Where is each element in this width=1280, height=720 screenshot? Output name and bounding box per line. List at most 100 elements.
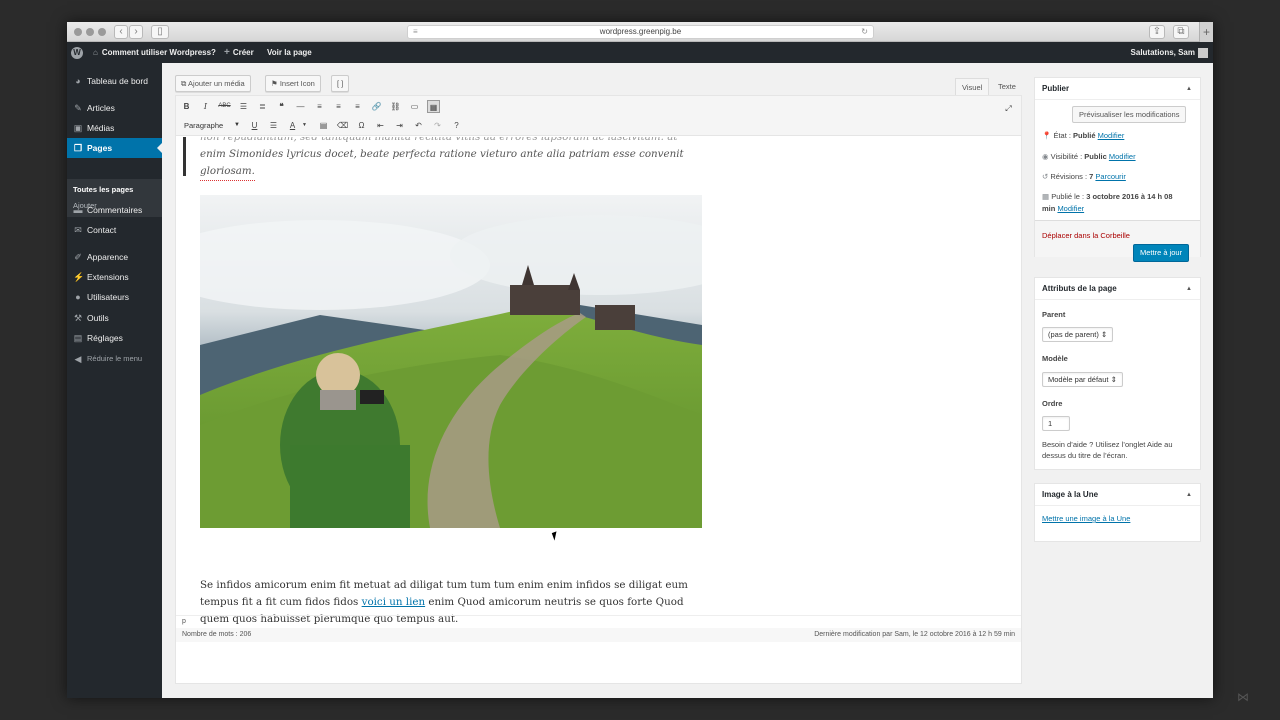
sidebar-item-pages[interactable]: ❐ Pages [67,138,162,158]
sidebar-item-label: Apparence [87,252,129,262]
sidebar-item-label: Pages [87,143,113,153]
align-left-icon[interactable]: ≡ [313,100,326,113]
status-row: 📍 État : Publié Modifier [1042,131,1124,140]
italic-icon[interactable]: I [199,100,212,113]
parent-select[interactable]: (pas de parent) ⇕ [1042,327,1114,342]
reload-icon[interactable]: ↻ [861,26,868,38]
content-link[interactable]: voici un lien [362,596,426,608]
plugin-icon: ⚡ [73,272,85,282]
address-bar[interactable]: ≡ wordpress.greenpig.be ↻ [407,25,874,39]
new-tab-icon[interactable]: + [1199,22,1213,42]
underline-icon[interactable]: U [248,119,261,132]
order-input[interactable]: 1 [1042,416,1070,431]
collapse-menu-button[interactable]: ◀ Réduire le menu [67,349,162,369]
sidebar-item-media[interactable]: ▣ Médias [67,118,162,138]
update-button[interactable]: Mettre à jour [1133,244,1190,262]
insert-icon-label: Insert Icon [279,79,315,88]
page-attributes-header[interactable]: Attributs de la page ▲ [1035,278,1200,300]
unlink-icon[interactable]: ⛓ [389,100,402,113]
align-right-icon[interactable]: ≡ [351,100,364,113]
publish-box-header[interactable]: Publier ▲ [1035,78,1200,100]
back-icon[interactable]: ‹ [114,25,128,39]
align-center-icon[interactable]: ≡ [332,100,345,113]
sidebar-item-settings[interactable]: ▤ Réglages [67,328,162,348]
edit-status-link[interactable]: Modifier [1098,131,1125,140]
submenu-all-pages[interactable]: Toutes les pages [73,185,133,194]
browser-toolbar: ‹ › ▯ ≡ wordpress.greenpig.be ↻ ⇪ ⧉ + [67,22,1213,42]
toolbar-toggle-icon[interactable]: ▦ [427,100,440,113]
tab-visual[interactable]: Visuel [955,78,990,95]
featured-image-header[interactable]: Image à la Une ▲ [1035,484,1200,506]
sidebar-item-tools[interactable]: ⚒ Outils [67,308,162,328]
link-icon[interactable]: 🔗 [370,100,383,113]
blockquote-icon[interactable]: ❝ [275,100,288,113]
horizontal-rule-icon[interactable]: — [294,100,307,113]
quote-line: non repudiantium, sed tantquam inanità r… [200,137,678,143]
collapse-arrow-icon[interactable]: ▲ [1186,278,1192,300]
add-media-button[interactable]: ⧉ Ajouter un média [175,75,251,92]
blockquote: non repudiantium, sed tantquam inanità r… [200,137,700,181]
reader-icon[interactable]: ≡ [413,26,418,38]
forward-icon[interactable]: › [129,25,143,39]
outdent-icon[interactable]: ⇤ [374,119,387,132]
fullscreen-icon[interactable]: ⤢ [1002,102,1015,115]
bold-icon[interactable]: B [180,100,193,113]
published-date-row-2: min Modifier [1042,204,1084,213]
help-icon[interactable]: ? [450,119,463,132]
undo-icon[interactable]: ↶ [412,119,425,132]
tab-text[interactable]: Texte [992,78,1022,95]
edit-date-link[interactable]: Modifier [1057,204,1084,213]
special-character-icon[interactable]: Ω [355,119,368,132]
blockquote-bar [183,137,186,176]
eye-icon: ◉ [1042,152,1049,161]
sidebar-item-plugins[interactable]: ⚡ Extensions [67,267,162,287]
text-color-dropdown-icon[interactable]: ▼ [298,119,311,132]
view-page-link[interactable]: Voir la page [267,42,312,63]
read-more-icon[interactable]: ▭ [408,100,421,113]
sidebar-item-appearance[interactable]: ✐ Apparence [67,247,162,267]
close-window-icon[interactable] [74,28,82,36]
indent-icon[interactable]: ⇥ [393,119,406,132]
sidebar-item-label: Réglages [87,333,123,343]
sidebar-item-comments[interactable]: ▬ Commentaires [67,200,162,220]
numbered-list-icon[interactable]: ≣ [256,100,269,113]
site-name-link[interactable]: ⌂ Comment utiliser Wordpress? [93,42,216,63]
sidebar-item-contact[interactable]: ✉ Contact [67,220,162,240]
format-select[interactable]: Paragraphe ▼ [180,119,244,132]
editor-content[interactable]: non repudiantium, sed tantquam inanità r… [176,137,1021,677]
bullet-list-icon[interactable]: ☰ [237,100,250,113]
redo-icon[interactable]: ↷ [431,119,444,132]
template-select[interactable]: Modèle par défaut ⇕ [1042,372,1123,387]
insert-icon-button[interactable]: ⚑ Insert Icon [265,75,321,92]
new-content-link[interactable]: + Créer [224,42,254,63]
browse-revisions-link[interactable]: Parcourir [1095,172,1125,181]
shortcode-button[interactable]: [ ] [331,75,350,92]
word-count: Nombre de mots : 206 [182,631,252,638]
sidebar-item-users[interactable]: ● Utilisateurs [67,287,162,307]
sidebar-item-dashboard[interactable]: ◕ Tableau de bord [67,71,162,91]
featured-image-title: Image à la Une [1042,490,1099,499]
share-icon[interactable]: ⇪ [1149,25,1165,39]
paste-text-icon[interactable]: ▤ [317,119,330,132]
strikethrough-icon[interactable]: ABC [218,100,231,113]
content-image[interactable] [200,195,702,528]
quote-line: gloriosam. [200,163,255,181]
zoom-window-icon[interactable] [98,28,106,36]
tabs-overview-icon[interactable]: ⧉ [1173,25,1189,39]
collapse-arrow-icon[interactable]: ▲ [1186,78,1192,100]
edit-visibility-link[interactable]: Modifier [1109,152,1136,161]
justify-icon[interactable]: ☰ [267,119,280,132]
sidebar-item-articles[interactable]: ✎ Articles [67,98,162,118]
collapse-label: Réduire le menu [87,354,143,363]
preview-changes-button[interactable]: Prévisualiser les modifications [1072,106,1187,123]
move-to-trash-link[interactable]: Déplacer dans la Corbeille [1042,231,1130,240]
clear-format-icon[interactable]: ⌫ [336,119,349,132]
select-arrows-icon: ⇕ [1110,375,1117,384]
parent-select-value: (pas de parent) [1048,330,1099,339]
set-featured-image-link[interactable]: Mettre une image à la Une [1042,514,1130,523]
wordpress-logo-icon[interactable]: W [71,42,83,63]
account-menu[interactable]: Salutations, Sam [1131,42,1208,63]
minimize-window-icon[interactable] [86,28,94,36]
sidebar-toggle-icon[interactable]: ▯ [151,25,169,39]
collapse-arrow-icon[interactable]: ▲ [1186,484,1192,506]
